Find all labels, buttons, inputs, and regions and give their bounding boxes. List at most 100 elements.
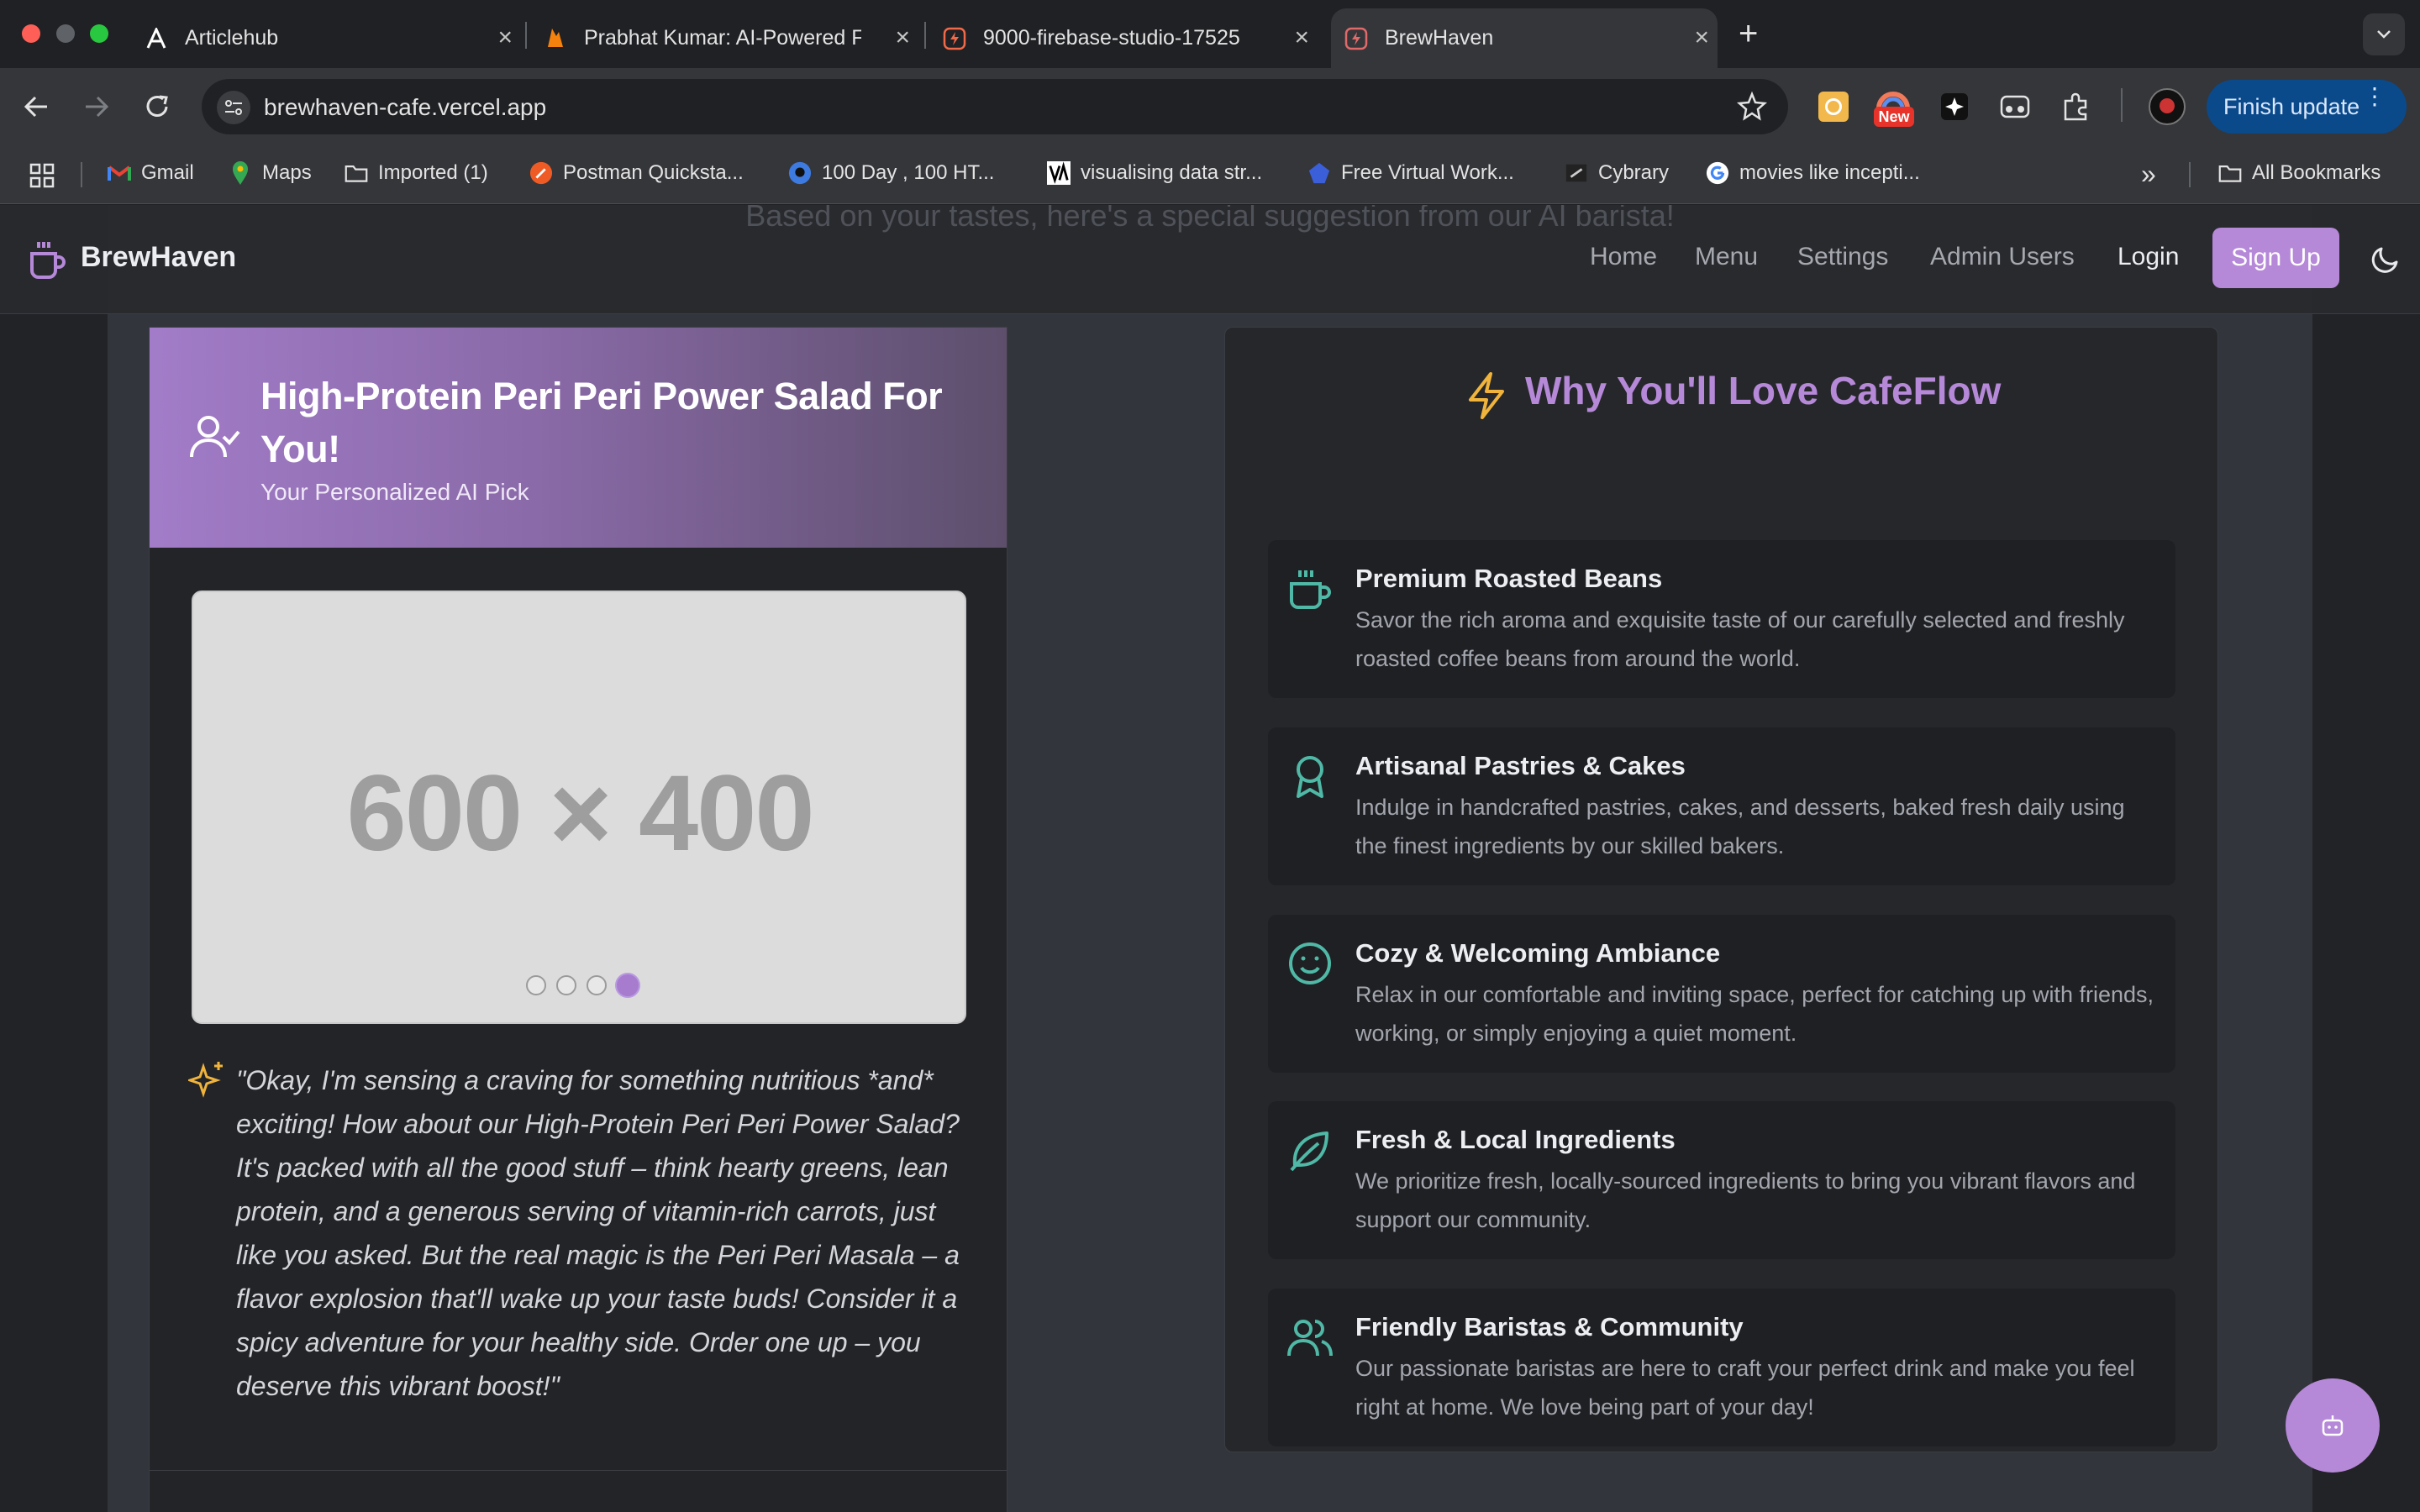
reload-icon[interactable] [141, 91, 173, 127]
bookmark-label: Cybrary [1598, 161, 1670, 184]
nav-admin-users[interactable]: Admin Users [1930, 243, 2075, 271]
toolbar-divider [2121, 88, 2123, 122]
close-tab-icon[interactable]: × [497, 25, 513, 50]
brewhaven-favicon-icon [1344, 27, 1368, 50]
feature-description: Relax in our comfortable and inviting sp… [1355, 982, 2154, 1046]
carousel-dot[interactable] [526, 975, 546, 995]
feature-cozy-ambiance: Cozy & Welcoming Ambiance Relax in our c… [1268, 915, 2175, 1073]
feature-description: We prioritize fresh, locally-sourced ing… [1355, 1168, 2136, 1232]
bookmark-label: Maps [262, 161, 312, 184]
close-tab-icon[interactable]: × [1294, 25, 1309, 50]
carousel-dot[interactable] [587, 975, 607, 995]
extensions-puzzle-icon[interactable] [2060, 91, 2092, 127]
close-tab-icon[interactable]: × [895, 25, 910, 50]
feature-description: Savor the rich aroma and exquisite taste… [1355, 607, 2125, 671]
carousel-dot-active[interactable] [615, 973, 640, 998]
bookmarks-divider [2189, 162, 2191, 187]
login-link[interactable]: Login [2118, 243, 2179, 271]
bookmarks-overflow-icon[interactable]: » [2141, 159, 2156, 190]
profile-avatar[interactable] [2149, 88, 2186, 125]
tab-articlehub[interactable]: Articlehub × [134, 8, 521, 68]
extension-glasses-icon[interactable] [1998, 92, 2032, 126]
zap-icon [1464, 371, 1509, 424]
apps-grid-icon[interactable] [29, 162, 55, 193]
feature-friendly-baristas: Friendly Baristas & Community Our passio… [1268, 1289, 2175, 1446]
new-badge: New [1874, 107, 1914, 127]
bookmark-star-icon[interactable] [1736, 91, 1768, 127]
back-icon[interactable] [20, 92, 54, 126]
bookmark-maps[interactable]: Maps [229, 161, 312, 185]
browser-tab-bar: Articlehub × Prabhat Kumar: AI-Powered F… [0, 0, 2420, 68]
tab-title: 9000-firebase-studio-17525 [983, 26, 1240, 50]
bookmark-postman[interactable]: Postman Quicksta... [529, 161, 744, 185]
site-header: Based on your tastes, here's a special s… [0, 205, 2420, 314]
sign-up-button[interactable]: Sign Up [2212, 228, 2339, 288]
coffee-cup-icon [1286, 565, 1334, 612]
nav-home[interactable]: Home [1590, 243, 1657, 271]
nav-menu[interactable]: Menu [1695, 243, 1758, 271]
finish-update-button[interactable]: Finish update ⋮ [2207, 80, 2407, 134]
url-text: brewhaven-cafe.vercel.app [264, 94, 547, 120]
why-title: Why You'll Love CafeFlow [1525, 369, 2002, 412]
brand-name[interactable]: BrewHaven [81, 241, 236, 274]
more-vert-icon[interactable]: ⋮ [2363, 85, 2386, 108]
bookmark-label: visualising data str... [1081, 161, 1263, 184]
bookmark-free-virtual-work[interactable]: Free Virtual Work... [1307, 161, 1514, 185]
coffee-logo-icon[interactable] [29, 239, 67, 285]
moon-icon[interactable] [2371, 244, 2402, 278]
bot-icon [2322, 1415, 2344, 1436]
recommendation-image-carousel[interactable]: 600 × 400 [192, 591, 966, 1024]
close-window-button[interactable] [22, 24, 40, 43]
carousel-dot[interactable] [556, 975, 576, 995]
tab-title: BrewHaven [1385, 26, 1494, 50]
feature-artisanal-pastries: Artisanal Pastries & Cakes Indulge in ha… [1268, 727, 2175, 885]
ai-barista-quote: "Okay, I'm sensing a craving for somethi… [236, 1065, 960, 1401]
feature-description: Our passionate baristas are here to craf… [1355, 1356, 2135, 1420]
postman-icon [529, 161, 553, 185]
minimize-window-button[interactable] [56, 24, 75, 43]
maximize-window-button[interactable] [90, 24, 108, 43]
ai-chat-button[interactable] [2286, 1378, 2380, 1473]
web-page: High-Protein Peri Peri Power Salad For Y… [0, 205, 2420, 1512]
chevron-down-icon [2377, 30, 2391, 39]
all-bookmarks[interactable]: All Bookmarks [2218, 161, 2381, 185]
all-bookmarks-label: All Bookmarks [2252, 161, 2381, 184]
feature-title: Cozy & Welcoming Ambiance [1355, 938, 1721, 968]
extension-timer-icon[interactable] [1818, 92, 1849, 122]
feature-premium-roasted-beans: Premium Roasted Beans Savor the rich aro… [1268, 540, 2175, 698]
recommendation-header: High-Protein Peri Peri Power Salad For Y… [150, 328, 1007, 548]
tab-brewhaven[interactable]: BrewHaven × [1331, 8, 1718, 68]
bookmark-100-day[interactable]: 100 Day , 100 HT... [788, 161, 994, 185]
feature-title: Artisanal Pastries & Cakes [1355, 751, 1686, 780]
site-info-icon[interactable] [217, 91, 250, 124]
scrolled-under-text: Based on your tastes, here's a special s… [745, 205, 1675, 233]
close-tab-icon[interactable]: × [1694, 25, 1709, 50]
address-bar[interactable]: brewhaven-cafe.vercel.app [202, 79, 1788, 134]
tab-title: Articlehub [185, 26, 279, 50]
bookmark-visualising-data[interactable]: visualising data str... [1047, 161, 1262, 185]
bookmark-label: Free Virtual Work... [1341, 161, 1514, 184]
feature-title: Premium Roasted Beans [1355, 564, 1663, 593]
folder-icon [2218, 161, 2242, 185]
forage-icon [1307, 161, 1331, 185]
finish-update-label: Finish update [2223, 93, 2360, 119]
image-placeholder-text: 600 × 400 [346, 753, 815, 874]
bookmark-label: Gmail [141, 161, 194, 184]
gmail-icon [108, 161, 131, 185]
feature-description: Indulge in handcrafted pastries, cakes, … [1355, 795, 2125, 858]
forward-icon[interactable] [79, 92, 113, 126]
bookmark-cybrary[interactable]: Cybrary [1565, 161, 1669, 185]
bookmark-imported[interactable]: Imported (1) [345, 161, 488, 185]
bookmark-movies-like-inception[interactable]: movies like incepti... [1706, 161, 1920, 185]
extension-sparkle-icon[interactable] [1939, 92, 1970, 126]
new-tab-button[interactable]: + [1739, 15, 1758, 52]
tab-search-button[interactable] [2363, 13, 2405, 55]
extension-new-icon[interactable]: New [1872, 87, 1914, 129]
nav-settings[interactable]: Settings [1797, 243, 1888, 271]
bookmarks-bar: Gmail Maps Imported (1) Postman Quicksta… [0, 145, 2420, 204]
tab-firebase-studio[interactable]: 9000-firebase-studio-17525 × [931, 8, 1318, 68]
ai-recommendation-card: High-Protein Peri Peri Power Salad For Y… [149, 327, 1007, 1512]
tab-prabhat-kumar[interactable]: Prabhat Kumar: AI-Powered F × [532, 8, 918, 68]
bookmark-gmail[interactable]: Gmail [108, 161, 194, 185]
cybrary-icon [1565, 161, 1588, 185]
